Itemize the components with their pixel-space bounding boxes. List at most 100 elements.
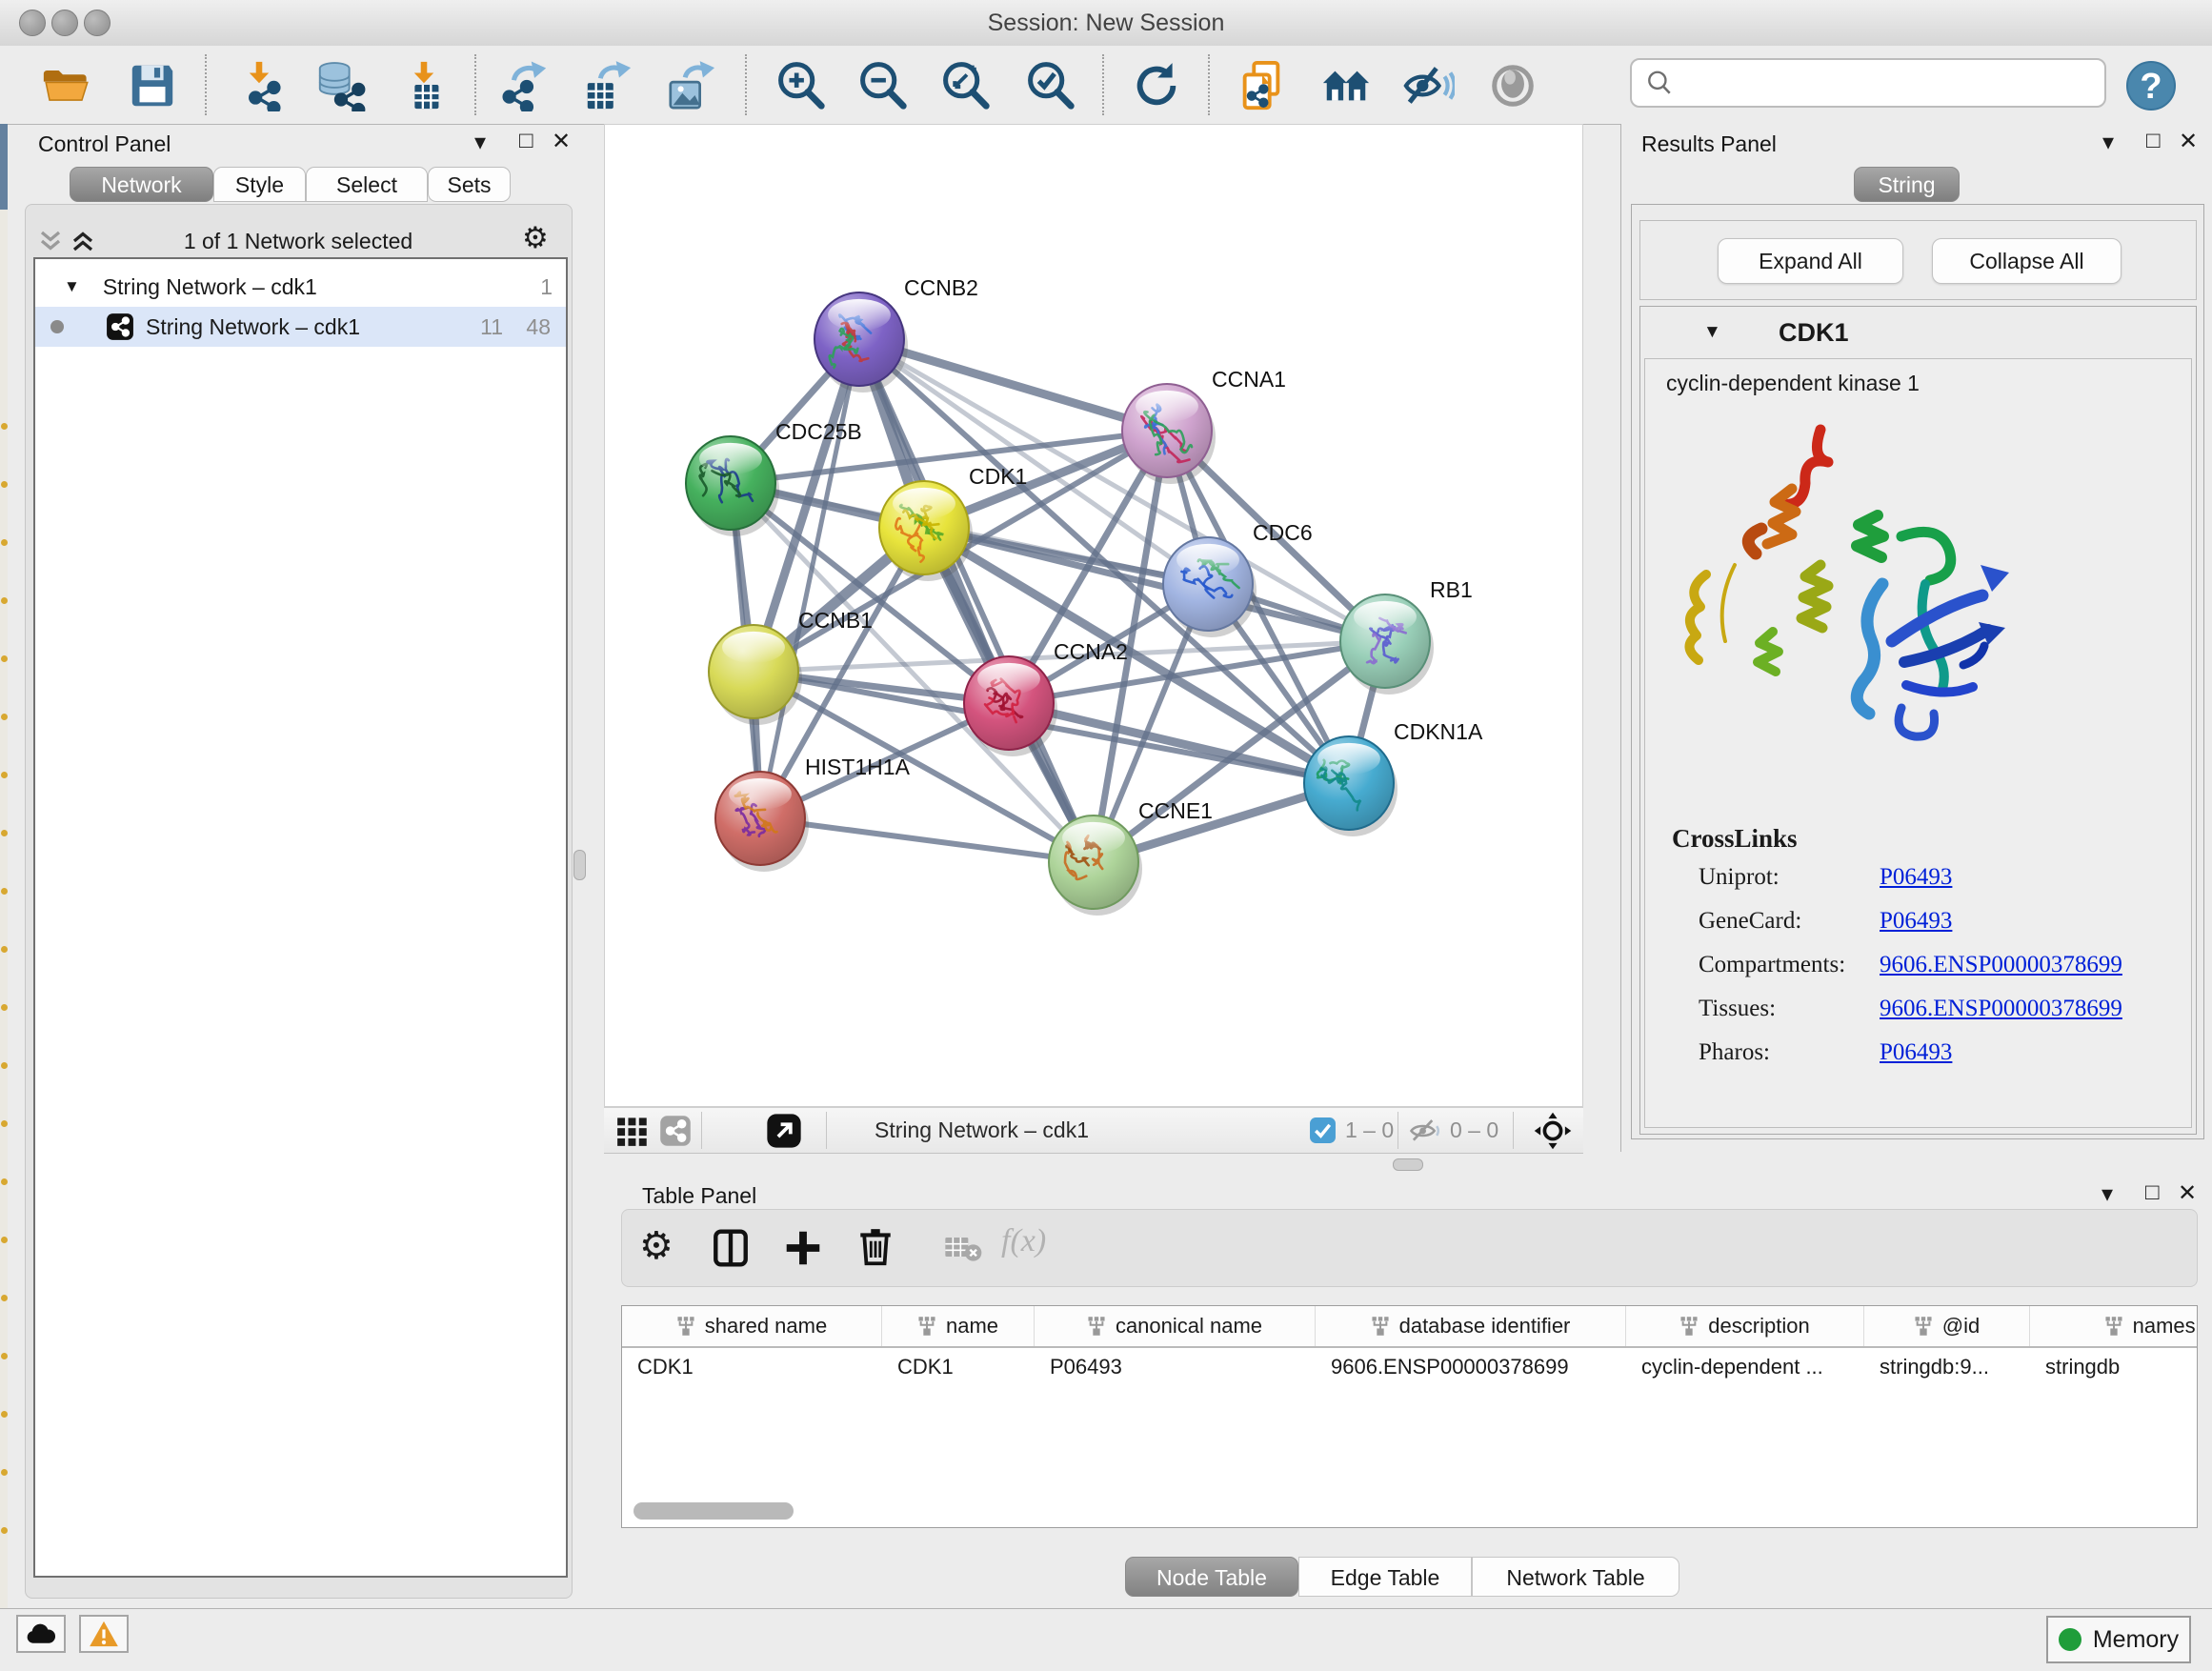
tab-string[interactable]: String (1854, 167, 1960, 202)
column-header--id[interactable]: @id (1864, 1306, 2030, 1346)
tab-node-table[interactable]: Node Table (1125, 1557, 1298, 1597)
save-session-icon[interactable] (126, 59, 179, 112)
clone-network-icon[interactable] (1235, 59, 1288, 112)
collapse-all-button[interactable]: Collapse All (1932, 238, 2122, 284)
tab-style[interactable]: Style (213, 167, 306, 202)
zoom-fit-icon[interactable] (939, 59, 993, 112)
toolbar-separator (1102, 54, 1104, 115)
tab-network[interactable]: Network (70, 167, 213, 202)
shared-column-icon (2104, 1316, 2123, 1337)
column-header-database-identifier[interactable]: database identifier (1316, 1306, 1626, 1346)
memory-button[interactable]: Memory (2046, 1616, 2191, 1663)
help-icon[interactable]: ? (2124, 59, 2178, 112)
crosslink-genecard-link[interactable]: P06493 (1880, 908, 1952, 935)
table-settings-gear-icon[interactable]: ⚙ (639, 1227, 674, 1265)
string-share-icon[interactable] (659, 1115, 692, 1147)
table-row[interactable]: CDK1CDK1P064939606.ENSP00000378699cyclin… (622, 1348, 2197, 1386)
expand-all-networks-icon[interactable] (69, 227, 97, 255)
cloud-button[interactable] (16, 1615, 66, 1653)
left-splitter-handle[interactable] (573, 850, 586, 880)
column-header-shared-name[interactable]: shared name (622, 1306, 882, 1346)
birds-eye-grid-icon[interactable] (616, 1116, 649, 1146)
control-panel-close-icon[interactable]: ✕ (552, 131, 571, 153)
zoom-selected-icon[interactable] (1024, 59, 1077, 112)
node-table[interactable]: shared namenamecanonical namedatabase id… (621, 1305, 2198, 1528)
collection-expand-icon[interactable]: ▼ (64, 277, 80, 296)
network-node-CCNB2[interactable]: CCNB2 (814, 275, 978, 393)
tab-select[interactable]: Select (306, 167, 428, 202)
export-network-icon[interactable] (498, 59, 552, 112)
search-bar[interactable] (1630, 58, 2106, 108)
crosslink-tissues-link[interactable]: 9606.ENSP00000378699 (1880, 996, 2122, 1022)
refresh-view-icon[interactable] (1130, 59, 1183, 112)
import-network-from-database-icon[interactable] (313, 59, 367, 112)
table-panel-collapse-icon[interactable]: ▾ (2101, 1183, 2113, 1206)
table-panel-float-icon[interactable]: □ (2145, 1181, 2160, 1204)
cell-database-identifier[interactable]: 9606.ENSP00000378699 (1316, 1355, 1626, 1379)
network-edge-HIST1H1A-CCNE1[interactable] (760, 818, 1094, 862)
network-node-CDKN1A[interactable]: CDKN1A (1304, 719, 1483, 836)
cell-name[interactable]: CDK1 (882, 1355, 1035, 1379)
collapse-all-networks-icon[interactable] (36, 227, 65, 255)
network-row-selected[interactable]: String Network – cdk1 11 48 (35, 307, 566, 347)
cell-shared-name[interactable]: CDK1 (622, 1355, 882, 1379)
crosslink-compartments-link[interactable]: 9606.ENSP00000378699 (1880, 952, 2122, 978)
tab-sets[interactable]: Sets (428, 167, 511, 202)
export-table-icon[interactable] (581, 59, 634, 112)
network-options-gear-icon[interactable]: ⚙ (522, 221, 549, 255)
import-network-from-file-icon[interactable] (232, 59, 286, 112)
tab-network-table[interactable]: Network Table (1472, 1557, 1679, 1597)
open-in-new-icon[interactable] (766, 1113, 802, 1149)
gene-collapse-icon[interactable]: ▼ (1703, 322, 1721, 343)
zoom-in-icon[interactable] (774, 59, 828, 112)
horizontal-splitter-handle[interactable] (1393, 1158, 1423, 1171)
results-panel-collapse-icon[interactable]: ▾ (2102, 131, 2114, 154)
crosslink-uniprot-link[interactable]: P06493 (1880, 864, 1952, 891)
string-network-icon (106, 312, 134, 341)
column-header-description[interactable]: description (1626, 1306, 1864, 1346)
network-node-CCNA1[interactable]: CCNA1 (1122, 367, 1286, 484)
collection-label: String Network – cdk1 (103, 274, 317, 300)
column-header-namespace[interactable]: namespace (2030, 1306, 2198, 1346)
open-session-icon[interactable] (39, 59, 92, 112)
cell-namespace[interactable]: stringdb (2030, 1355, 2198, 1379)
expand-all-button[interactable]: Expand All (1718, 238, 1903, 284)
results-panel-float-icon[interactable]: □ (2146, 130, 2161, 152)
pan-crosshair-icon[interactable] (1534, 1112, 1572, 1150)
control-panel-float-icon[interactable]: □ (519, 130, 533, 152)
column-header-name[interactable]: name (882, 1306, 1035, 1346)
network-canvas[interactable]: CCNB2CCNA1CDC25BCDK1CDC6RB1CCNB1CCNA2CDK… (604, 124, 1583, 1107)
horizontal-scrollbar-thumb[interactable] (633, 1502, 794, 1520)
selected-checkbox-icon[interactable] (1309, 1117, 1337, 1144)
network-node-RB1[interactable]: RB1 (1340, 577, 1473, 695)
table-panel-close-icon[interactable]: ✕ (2178, 1182, 2197, 1205)
columns-icon[interactable] (710, 1227, 752, 1269)
node-label-CDK1: CDK1 (969, 464, 1027, 489)
cell-description[interactable]: cyclin-dependent ... (1626, 1355, 1864, 1379)
tab-edge-table[interactable]: Edge Table (1298, 1557, 1472, 1597)
network-overview-icon[interactable] (1319, 59, 1373, 112)
cell-canonical-name[interactable]: P06493 (1035, 1355, 1316, 1379)
add-column-icon[interactable] (782, 1227, 824, 1269)
column-header-canonical-name[interactable]: canonical name (1035, 1306, 1316, 1346)
delete-column-icon[interactable] (855, 1226, 896, 1268)
import-table-from-file-icon[interactable] (397, 59, 451, 112)
network-edge-CCNB2-HIST1H1A[interactable] (760, 339, 859, 818)
results-panel-close-icon[interactable]: ✕ (2179, 131, 2198, 153)
network-collection-row[interactable]: ▼ String Network – cdk1 1 (35, 267, 566, 307)
export-image-icon[interactable] (664, 59, 717, 112)
shared-column-icon (917, 1316, 936, 1337)
network-view-toolbar: String Network – cdk1 1 – 0 0 – 0 (604, 1107, 1583, 1154)
warning-button[interactable] (79, 1615, 129, 1653)
toolbar-separator (205, 54, 207, 115)
zoom-out-icon[interactable] (856, 59, 910, 112)
control-panel-collapse-icon[interactable]: ▾ (474, 131, 486, 154)
crosslink-pharos-link[interactable]: P06493 (1880, 1039, 1952, 1066)
network-node-HIST1H1A[interactable]: HIST1H1A (715, 755, 911, 872)
hide-panels-icon[interactable] (1402, 59, 1456, 112)
hidden-eye-slash-icon[interactable] (1409, 1117, 1441, 1145)
show-panel-icon[interactable] (1486, 59, 1539, 112)
cell--id[interactable]: stringdb:9... (1864, 1355, 2030, 1379)
search-input[interactable] (1674, 70, 2087, 97)
delete-table-icon[interactable] (944, 1235, 982, 1263)
